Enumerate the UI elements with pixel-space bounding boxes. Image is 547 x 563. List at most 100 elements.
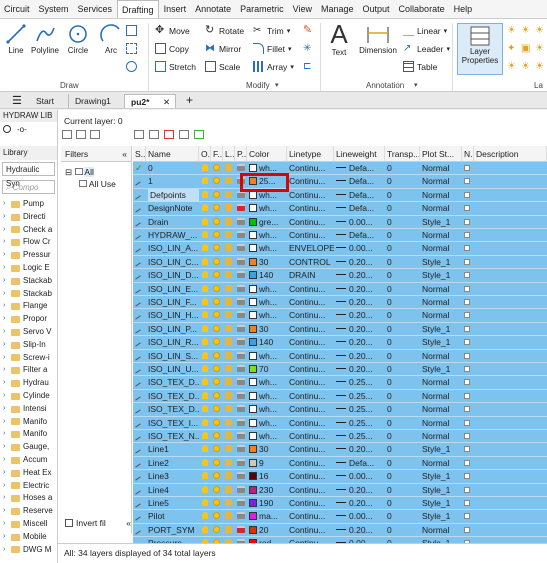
plot-cell[interactable] xyxy=(237,497,247,510)
lock-cell[interactable] xyxy=(225,350,235,363)
expand-icon[interactable]: › xyxy=(3,262,9,275)
library-item[interactable]: › Pressur xyxy=(0,249,57,262)
linetype-cell[interactable]: Continu... xyxy=(289,296,334,309)
expand-icon[interactable]: › xyxy=(3,339,9,352)
new-vp-freeze-cell[interactable] xyxy=(464,283,474,296)
plot-cell[interactable] xyxy=(237,323,247,336)
color-cell[interactable]: 20 xyxy=(249,524,287,537)
plot-style-cell[interactable]: Normal xyxy=(422,283,462,296)
linetype-cell[interactable]: DRAIN xyxy=(289,269,334,282)
plot-cell[interactable] xyxy=(237,202,247,215)
layer-row[interactable]: ISO_LIN_U... 70 Continu... 0.20... 0 Style_1 xyxy=(133,363,547,377)
lock-cell[interactable] xyxy=(225,229,235,242)
freeze-cell[interactable] xyxy=(213,350,223,363)
rotate-button[interactable]: ↻ Rotate xyxy=(205,25,244,36)
transparency-cell[interactable]: 0 xyxy=(387,376,420,389)
layer-row[interactable]: Line1 30 Continu... 0.20... 0 Style_1 xyxy=(133,443,547,457)
linetype-cell[interactable]: Continu... xyxy=(289,430,334,443)
linetype-cell[interactable]: Continu... xyxy=(289,216,334,229)
color-cell[interactable]: wh... xyxy=(249,309,287,322)
hatch-button[interactable] xyxy=(126,43,137,54)
linetype-cell[interactable]: ENVELOPE xyxy=(289,242,334,255)
library-item[interactable]: › Manifo xyxy=(0,416,57,429)
freeze-cell[interactable] xyxy=(213,242,223,255)
plot-style-cell[interactable]: Normal xyxy=(422,162,462,175)
freeze-cell[interactable] xyxy=(213,189,223,202)
layer-row[interactable]: ISO_TEX_N... wh... Continu... 0.25... 0 Norma… xyxy=(133,430,547,444)
new-vp-freeze-cell[interactable] xyxy=(464,350,474,363)
plot-style-cell[interactable]: Normal xyxy=(422,309,462,322)
on-cell[interactable] xyxy=(202,202,212,215)
lock-cell[interactable] xyxy=(225,162,235,175)
lineweight-cell[interactable]: 0.20... xyxy=(336,296,385,309)
layer-tool-button[interactable]: ✦ ▣ ☀ xyxy=(507,43,546,54)
layer-tool-button[interactable]: ☀ ☀ ☀ xyxy=(507,61,546,72)
column-header[interactable]: P.. xyxy=(235,146,247,162)
expand-icon[interactable]: › xyxy=(3,352,9,365)
plot-style-cell[interactable]: Style_1 xyxy=(422,484,462,497)
freeze-cell[interactable] xyxy=(213,390,223,403)
new-vp-freeze-cell[interactable] xyxy=(464,524,474,537)
color-cell[interactable]: wh... xyxy=(249,283,287,296)
lock-cell[interactable] xyxy=(225,403,235,416)
lock-cell[interactable] xyxy=(225,269,235,282)
expand-icon[interactable]: › xyxy=(3,198,9,211)
linetype-cell[interactable]: Continu... xyxy=(289,309,334,322)
library-item[interactable]: › Directi xyxy=(0,211,57,224)
layer-row[interactable]: ISO_LIN_F... wh... Continu... 0.20... 0 Norma… xyxy=(133,296,547,310)
invert-filter-checkbox[interactable]: Invert fil « xyxy=(65,518,131,528)
linetype-cell[interactable]: Continu... xyxy=(289,229,334,242)
lineweight-cell[interactable]: 0.00... xyxy=(336,510,385,523)
on-cell[interactable] xyxy=(202,256,212,269)
tab-drawing1[interactable]: Drawing1 xyxy=(68,94,117,108)
layer-name-cell[interactable]: PORT_SYM xyxy=(148,524,199,537)
layer-row[interactable]: ISO_LIN_A... wh... ENVELOPE 0.00... 0 Normal xyxy=(133,242,547,256)
library-item[interactable]: › Reserve xyxy=(0,505,57,518)
expand-icon[interactable]: › xyxy=(3,288,9,301)
menu-services[interactable]: Services xyxy=(74,0,117,18)
library-item[interactable]: › Gauge, xyxy=(0,441,57,454)
layer-name-cell[interactable]: ISO_LIN_D... xyxy=(148,269,199,282)
library-item[interactable]: › DWG M xyxy=(0,544,57,557)
on-cell[interactable] xyxy=(202,443,212,456)
plot-cell[interactable] xyxy=(237,524,247,537)
lock-cell[interactable] xyxy=(225,497,235,510)
expand-icon[interactable]: › xyxy=(3,313,9,326)
freeze-cell[interactable] xyxy=(213,403,223,416)
transparency-cell[interactable]: 0 xyxy=(387,350,420,363)
lock-cell[interactable] xyxy=(225,202,235,215)
layer-row[interactable]: ISO_LIN_R... 140 Continu... 0.20... 0 Style_1 xyxy=(133,336,547,350)
new-vp-freeze-cell[interactable] xyxy=(464,309,474,322)
on-cell[interactable] xyxy=(202,283,212,296)
transparency-cell[interactable]: 0 xyxy=(387,390,420,403)
color-cell[interactable]: 140 xyxy=(249,269,287,282)
expand-icon[interactable]: › xyxy=(3,467,9,480)
layer-name-cell[interactable]: ISO_LIN_U... xyxy=(148,363,199,376)
expand-icon[interactable]: › xyxy=(3,492,9,505)
color-cell[interactable]: 70 xyxy=(249,363,287,376)
layer-row[interactable]: ISO_TEX_I... wh... Continu... 0.25... 0 Norma… xyxy=(133,416,547,430)
library-item[interactable]: › Heat Ex xyxy=(0,467,57,480)
plot-cell[interactable] xyxy=(237,430,247,443)
layer-name-cell[interactable]: 1 xyxy=(148,175,199,188)
transparency-cell[interactable]: 0 xyxy=(387,510,420,523)
library-item[interactable]: › Servo V xyxy=(0,326,57,339)
lineweight-cell[interactable]: 0.20... xyxy=(336,484,385,497)
expand-icon[interactable]: › xyxy=(3,300,9,313)
color-cell[interactable]: wh... xyxy=(249,403,287,416)
freeze-cell[interactable] xyxy=(213,376,223,389)
library-item[interactable]: › Manifo xyxy=(0,428,57,441)
layer-row[interactable]: ISO_TEX_D... wh... Continu... 0.25... 0 Norma… xyxy=(133,376,547,390)
plot-style-cell[interactable]: Style_1 xyxy=(422,443,462,456)
new-group-filter-icon[interactable] xyxy=(76,130,86,139)
set-current-icon[interactable] xyxy=(194,130,204,139)
trim-button[interactable]: ✂ Trim ▾ xyxy=(253,25,290,36)
color-cell[interactable]: 16 xyxy=(249,470,287,483)
connector-icon[interactable]: -o- xyxy=(17,125,27,134)
color-cell[interactable]: wh... xyxy=(249,417,287,430)
linetype-cell[interactable]: Continu... xyxy=(289,376,334,389)
plot-style-cell[interactable]: Normal xyxy=(422,376,462,389)
new-vp-freeze-cell[interactable] xyxy=(464,323,474,336)
plot-style-cell[interactable]: Style_1 xyxy=(422,256,462,269)
lineweight-cell[interactable]: Defa... xyxy=(336,162,385,175)
